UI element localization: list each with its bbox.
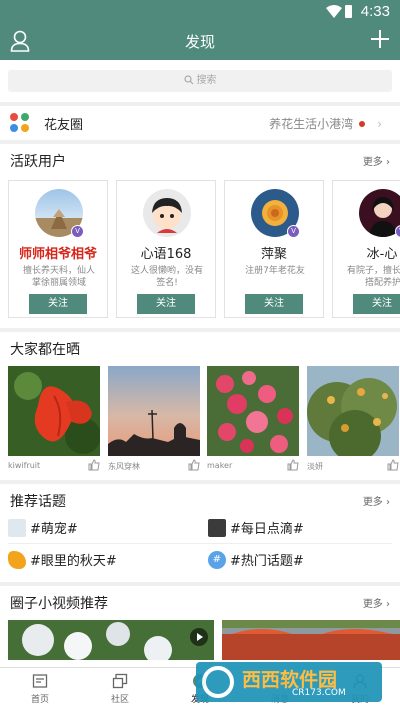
user-name: 师师相爷相爷	[18, 247, 97, 262]
topic-label: #每日点滴#	[230, 522, 304, 537]
user-desc: 这人很懒哟，没有签名!	[130, 266, 203, 288]
avatar	[359, 189, 400, 237]
topic-item[interactable]: #眼里的秋天#	[8, 550, 117, 569]
circle-icon	[10, 113, 30, 133]
follow-button[interactable]: 关注	[353, 294, 400, 314]
topic-icon	[208, 519, 226, 537]
add-icon[interactable]	[370, 29, 390, 49]
video-thumbnail[interactable]	[8, 620, 214, 660]
unread-dot	[359, 121, 366, 127]
topic-item[interactable]: #每日点滴#	[208, 518, 304, 537]
user-name: 萍聚	[260, 247, 287, 262]
tab-community[interactable]: 社区	[80, 673, 160, 705]
search-placeholder: 搜索	[196, 75, 217, 86]
user-card[interactable]: V 师师相爷相爷 擅长养天科，仙人掌徐丽属领域 关注	[8, 180, 108, 318]
verified-icon: V	[287, 225, 300, 238]
like-icon[interactable]	[387, 459, 399, 471]
photo-card[interactable]: 东风穿林	[108, 366, 200, 474]
circle-subtitle-text: 养花生活小港湾	[269, 117, 354, 131]
battery-icon	[345, 5, 352, 18]
like-icon[interactable]	[188, 459, 200, 471]
circle-row[interactable]: 花友圈 养花生活小港湾 ›	[0, 106, 400, 140]
tab-label: 社区	[110, 695, 129, 705]
post-user: kiwifruit	[8, 461, 41, 470]
hashtag-icon: #	[208, 551, 226, 569]
chevron-right-icon: ›	[377, 117, 382, 131]
page-title: 发现	[184, 33, 215, 51]
community-icon	[112, 673, 128, 689]
tab-label: 首页	[30, 695, 49, 705]
post-user: 淡妍	[307, 462, 323, 471]
more-label: 更多	[362, 497, 383, 508]
post-photo	[8, 366, 100, 456]
user-desc: 注册7年老花友	[245, 266, 305, 276]
wifi-icon	[326, 5, 342, 18]
more-link[interactable]: 更多 ›	[363, 493, 390, 508]
tab-home[interactable]: 首页	[0, 673, 80, 705]
topic-label: #萌宠#	[30, 522, 78, 537]
post-user: 东风穿林	[108, 462, 140, 471]
circle-label: 花友圈	[44, 118, 84, 133]
home-icon	[32, 674, 48, 688]
status-bar: 4:33	[0, 0, 400, 24]
topics-section: 推荐话题 更多 › #萌宠# #每日点滴# #眼里的秋天# # #热门话题#	[0, 484, 400, 582]
showcase-section: 大家都在晒 kiwifruit 东风穿林 maker 淡妍	[0, 332, 400, 480]
section-title: 大家都在晒	[10, 342, 80, 358]
topic-item[interactable]: # #热门话题#	[208, 550, 304, 569]
photo-card[interactable]: maker	[207, 366, 299, 474]
more-label: 更多	[362, 157, 383, 168]
topic-row: #眼里的秋天# # #热门话题#	[8, 546, 392, 576]
like-icon[interactable]	[88, 459, 100, 471]
photo-card[interactable]: 淡妍	[307, 366, 399, 474]
topic-row: #萌宠# #每日点滴#	[8, 514, 392, 544]
status-time: 4:33	[360, 3, 390, 20]
more-label: 更多	[362, 599, 383, 610]
verified-icon: V	[71, 225, 84, 238]
app-bar: 发现	[0, 24, 400, 60]
post-photo	[108, 366, 200, 456]
search-icon	[183, 75, 193, 85]
user-card[interactable]: V 冰-心 有院子，擅长植物搭配养护 关注	[332, 180, 400, 318]
section-title: 活跃用户	[10, 154, 66, 170]
follow-button[interactable]: 关注	[245, 294, 303, 314]
circle-subtitle: 养花生活小港湾 ›	[269, 115, 382, 132]
active-users-section: 活跃用户 更多 › V 师师相爷相爷 擅长养天科，仙人掌徐丽属领域 关注 心语1…	[0, 144, 400, 328]
topic-label: #眼里的秋天#	[30, 554, 117, 569]
user-card[interactable]: 心语168 这人很懒哟，没有签名! 关注	[116, 180, 216, 318]
verified-icon: V	[395, 225, 400, 238]
play-icon[interactable]	[190, 628, 208, 646]
topic-item[interactable]: #萌宠#	[8, 518, 78, 537]
more-link[interactable]: 更多 ›	[363, 595, 390, 610]
photo-card[interactable]: kiwifruit	[8, 366, 100, 474]
video-thumbnail[interactable]	[222, 620, 400, 660]
search-input[interactable]: 搜索	[8, 70, 392, 92]
more-link[interactable]: 更多 ›	[363, 153, 390, 168]
avatar	[143, 189, 191, 237]
follow-button[interactable]: 关注	[29, 294, 87, 314]
user-card[interactable]: V 萍聚 注册7年老花友 关注	[224, 180, 324, 318]
follow-button[interactable]: 关注	[137, 294, 195, 314]
watermark-url: CR173.COM	[292, 688, 346, 698]
user-desc: 有院子，擅长植物搭配养护	[346, 266, 400, 288]
topic-icon	[8, 519, 26, 537]
post-photo	[207, 366, 299, 456]
section-title: 圈子小视频推荐	[10, 596, 108, 612]
topic-label: #热门话题#	[230, 554, 304, 569]
section-title: 推荐话题	[10, 494, 66, 510]
watermark-logo	[202, 666, 234, 698]
videos-section: 圈子小视频推荐 更多 ›	[0, 586, 400, 667]
user-name: 冰-心	[366, 247, 398, 262]
user-name: 心语168	[140, 247, 192, 262]
maple-leaf-icon	[8, 551, 26, 569]
like-icon[interactable]	[287, 459, 299, 471]
post-user: maker	[207, 461, 233, 470]
user-desc: 擅长养天科，仙人掌徐丽属领域	[22, 266, 95, 288]
watermark: 西西软件园 CR173.COM	[196, 662, 382, 702]
search-bar: 搜索	[0, 60, 400, 102]
post-photo	[307, 366, 399, 456]
